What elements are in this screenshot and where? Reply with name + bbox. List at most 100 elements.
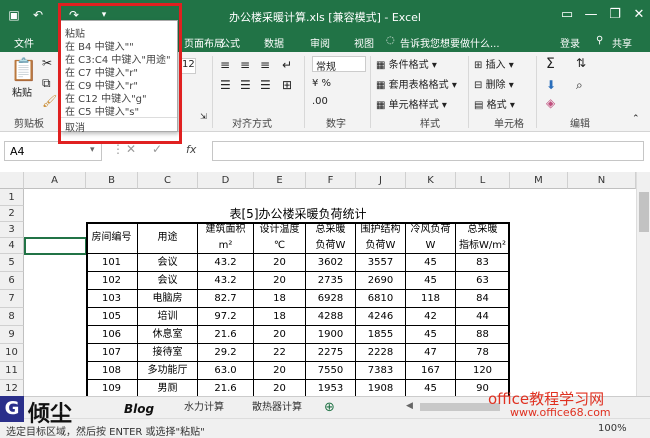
table-cell[interactable]: 45 — [406, 272, 456, 290]
paste-button[interactable]: 粘贴 — [12, 84, 32, 99]
vertical-scrollbar[interactable] — [636, 172, 650, 396]
table-cell[interactable]: 1908 — [356, 380, 406, 396]
row-header[interactable]: 3 — [0, 222, 24, 238]
align-center-icon[interactable]: ☰ — [240, 78, 251, 92]
table-cell[interactable]: 1855 — [356, 326, 406, 344]
column-header[interactable]: M — [510, 172, 568, 189]
font-size-select[interactable]: 12 — [180, 58, 196, 74]
table-cell[interactable]: 63.0 — [198, 362, 254, 380]
fill-icon[interactable]: ⬇ — [546, 78, 556, 92]
column-header[interactable]: A — [24, 172, 86, 189]
table-cell[interactable]: 43.2 — [198, 254, 254, 272]
table-cell[interactable]: 118 — [406, 290, 456, 308]
row-header[interactable]: 1 — [0, 189, 24, 206]
table-cell[interactable]: 2690 — [356, 272, 406, 290]
column-header[interactable]: E — [254, 172, 306, 189]
tab-data[interactable]: 数据 — [264, 35, 284, 50]
table-cell[interactable]: 84 — [456, 290, 510, 308]
table-header-cell[interactable]: 总采暖 — [456, 222, 510, 238]
table-cell[interactable]: 20 — [254, 272, 306, 290]
table-cell[interactable]: 休息室 — [138, 326, 198, 344]
table-cell[interactable]: 105 — [86, 308, 138, 326]
table-header-cell[interactable]: 设计温度 — [254, 222, 306, 238]
table-cell[interactable]: 3602 — [306, 254, 356, 272]
row-header[interactable]: 6 — [0, 272, 24, 290]
table-cell[interactable]: 4246 — [356, 308, 406, 326]
table-cell[interactable]: 6928 — [306, 290, 356, 308]
table-cell[interactable]: 会议 — [138, 254, 198, 272]
table-cell[interactable]: 接待室 — [138, 344, 198, 362]
paste-icon[interactable]: 📋 — [10, 58, 37, 83]
add-sheet-icon[interactable]: ⊕ — [316, 399, 343, 417]
table-header-cell[interactable]: 用途 — [138, 222, 198, 254]
column-header[interactable]: K — [406, 172, 456, 189]
sheet-tab-radiator[interactable]: 散热器计算 — [244, 399, 310, 417]
scroll-left-icon[interactable]: ◀ — [406, 401, 413, 411]
insert-function-button[interactable]: fx — [186, 143, 196, 156]
column-header[interactable]: F — [306, 172, 356, 189]
formula-input[interactable] — [212, 141, 644, 161]
row-header[interactable]: 9 — [0, 326, 24, 344]
tab-file[interactable]: 文件 — [14, 35, 34, 50]
conditional-format-button[interactable]: ▦ 条件格式 ▾ — [376, 56, 437, 71]
table-cell[interactable]: 44 — [456, 308, 510, 326]
clear-icon[interactable]: ◈ — [546, 96, 555, 110]
column-header[interactable]: D — [198, 172, 254, 189]
table-header-unit[interactable]: 负荷W — [356, 238, 406, 254]
column-header[interactable]: J — [356, 172, 406, 189]
align-left-icon[interactable]: ☰ — [220, 78, 231, 92]
merge-center-icon[interactable]: ⊞ — [282, 78, 292, 92]
table-cell[interactable]: 7550 — [306, 362, 356, 380]
align-middle-icon[interactable]: ≡ — [240, 58, 250, 72]
table-cell[interactable]: 102 — [86, 272, 138, 290]
zoom-level[interactable]: 100% — [598, 423, 627, 434]
table-header-unit[interactable]: 指标W/m² — [456, 238, 510, 254]
align-bottom-icon[interactable]: ≡ — [260, 58, 270, 72]
table-cell[interactable]: 167 — [406, 362, 456, 380]
table-cell[interactable]: 2228 — [356, 344, 406, 362]
name-box[interactable]: A4 — [4, 141, 102, 161]
scrollbar-thumb[interactable] — [639, 192, 649, 232]
tab-page-layout[interactable]: 页面布局 — [184, 35, 224, 50]
column-header[interactable]: L — [456, 172, 510, 189]
cut-icon[interactable]: ✂ — [42, 56, 52, 70]
table-cell[interactable]: 108 — [86, 362, 138, 380]
tab-view[interactable]: 视图 — [354, 35, 374, 50]
table-cell[interactable]: 45 — [406, 380, 456, 396]
table-cell[interactable]: 97.2 — [198, 308, 254, 326]
table-header-unit[interactable]: ℃ — [254, 238, 306, 254]
table-cell[interactable]: 43.2 — [198, 272, 254, 290]
row-header[interactable]: 2 — [0, 206, 24, 222]
table-cell[interactable]: 109 — [86, 380, 138, 396]
cell-styles-button[interactable]: ▦ 单元格样式 ▾ — [376, 96, 447, 111]
number-format-select[interactable]: 常规 — [312, 56, 366, 73]
font-dialog-launcher-icon[interactable]: ⇲ — [200, 112, 207, 121]
table-cell[interactable]: 22 — [254, 344, 306, 362]
table-cell[interactable]: 20 — [254, 362, 306, 380]
table-cell[interactable]: 63 — [456, 272, 510, 290]
insert-cells-button[interactable]: ⊞ 插入 ▾ — [474, 56, 514, 71]
sort-filter-icon[interactable]: ⇅ — [576, 56, 586, 70]
format-painter-icon[interactable]: 🖌 — [42, 94, 57, 108]
sign-in-link[interactable]: 登录 — [560, 35, 580, 50]
cancel-entry-icon[interactable]: ✕ — [126, 142, 136, 156]
confirm-entry-icon[interactable]: ✓ — [152, 142, 162, 156]
delete-cells-button[interactable]: ⊟ 删除 ▾ — [474, 76, 514, 91]
select-all-corner[interactable] — [0, 172, 24, 189]
row-header[interactable]: 7 — [0, 290, 24, 308]
table-cell[interactable]: 103 — [86, 290, 138, 308]
row-header[interactable]: 8 — [0, 308, 24, 326]
restore-icon[interactable]: ❐ — [606, 6, 624, 24]
format-as-table-button[interactable]: ▦ 套用表格格式 ▾ — [376, 76, 457, 91]
table-header-unit[interactable]: m² — [198, 238, 254, 254]
table-cell[interactable]: 21.6 — [198, 326, 254, 344]
decimal-icon[interactable]: .00 — [312, 96, 328, 107]
table-cell[interactable]: 21.6 — [198, 380, 254, 396]
copy-icon[interactable]: ⧉ — [42, 76, 51, 91]
table-header-unit[interactable]: W — [406, 238, 456, 254]
table-cell[interactable]: 培训 — [138, 308, 198, 326]
table-cell[interactable]: 2735 — [306, 272, 356, 290]
table-cell[interactable]: 2275 — [306, 344, 356, 362]
table-cell[interactable]: 会议 — [138, 272, 198, 290]
table-cell[interactable]: 29.2 — [198, 344, 254, 362]
